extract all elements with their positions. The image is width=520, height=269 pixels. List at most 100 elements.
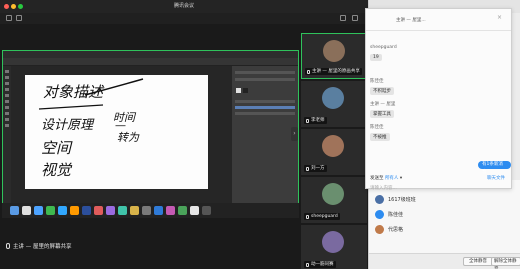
tool-icon — [5, 112, 9, 115]
photoshop-icon — [58, 206, 67, 215]
message-sender: sheepguard — [370, 45, 397, 50]
app-icon — [154, 206, 163, 215]
info-icon[interactable] — [6, 15, 12, 21]
message-bubble: 不积跬步 — [370, 87, 394, 95]
handwriting-line-2: 设计原理 — [41, 118, 95, 133]
unmute-all-button[interactable]: 解除全体静音 — [491, 257, 520, 269]
message-bubble: 不被推 — [370, 133, 390, 141]
message-sender: 陈佳佳 — [370, 79, 384, 84]
layout-icon[interactable] — [340, 15, 346, 21]
avatar — [375, 224, 384, 234]
microphone-icon — [306, 262, 309, 267]
member-item[interactable]: 代思格 — [375, 224, 403, 234]
member-item[interactable]: 1617级班班 — [375, 194, 416, 204]
member-item[interactable]: 陈佳佳 — [375, 209, 403, 219]
chat-header: 主讲 — 屋里... × — [366, 9, 511, 31]
window-title: 腾讯会议 — [173, 3, 194, 9]
handwriting-line-5: 时间 — [113, 111, 137, 124]
app-icon — [82, 206, 91, 215]
participant-name: sheepguard — [304, 213, 340, 220]
app-icon — [106, 206, 115, 215]
avatar — [322, 87, 344, 109]
app-icon — [130, 206, 139, 215]
app-icon — [118, 206, 127, 215]
ps-tool-panel — [3, 66, 11, 217]
tool-icon — [5, 94, 9, 97]
participant-tile[interactable]: 主讲 — 屋里的原画共享 — [301, 33, 367, 79]
ps-layers-panel — [232, 66, 298, 217]
finder-icon — [10, 206, 19, 215]
microphone-icon — [307, 69, 310, 74]
microphone-icon — [306, 214, 309, 219]
send-to-selector[interactable]: 发送至 所有人 ▾ — [370, 175, 402, 181]
participant-list: 主讲 — 屋里的原画共享 李老师 刘一方 sheepguard 动一筋同赛 — [301, 26, 367, 269]
microphone-icon — [306, 118, 309, 123]
security-icon[interactable] — [16, 15, 22, 21]
shared-screen: 对象描述 设计原理 — 空间 视觉 时间 转为 — [2, 50, 299, 218]
member-list: 1617级班班 陈佳佳 代思格 — [369, 180, 520, 255]
tool-icon — [5, 106, 9, 109]
microphone-icon — [306, 166, 309, 171]
message-sender: 陈佳佳 — [370, 125, 384, 130]
safari-icon — [34, 206, 43, 215]
chat-popover: 主讲 — 屋里... × sheepguard 19 陈佳佳 不积跬步 主讲 —… — [365, 8, 512, 191]
mute-all-button[interactable]: 全体静音 — [463, 257, 493, 266]
tool-icon — [5, 76, 9, 79]
avatar — [375, 209, 384, 219]
app-icon — [94, 206, 103, 215]
collapse-sidebar-button[interactable]: › — [291, 127, 298, 141]
panel-row — [235, 100, 295, 103]
tool-icon — [5, 70, 9, 73]
chat-title: 主讲 — 屋里... — [396, 18, 426, 23]
chat-input[interactable]: 请输入内容... — [370, 185, 397, 191]
shared-taskbar — [2, 203, 299, 218]
tool-icon — [5, 100, 9, 103]
presenter-label: 主讲 — 屋里的屏幕共享 — [6, 242, 72, 250]
fullscreen-icon[interactable] — [352, 15, 358, 21]
participant-tile[interactable]: 动一筋同赛 — [301, 225, 367, 269]
avatar — [323, 40, 345, 62]
message-sender: 主讲 — 屋里 — [370, 102, 396, 107]
avatar — [322, 231, 344, 253]
participant-tile[interactable]: sheepguard — [301, 177, 367, 223]
ps-canvas-area: 对象描述 设计原理 — 空间 视觉 时间 转为 — [11, 66, 232, 217]
avatar — [322, 183, 344, 205]
panel-row — [235, 78, 295, 81]
close-icon[interactable]: × — [497, 14, 504, 21]
ps-menu-bar — [3, 51, 298, 58]
trash-icon — [202, 206, 211, 215]
member-actions: 全体静音 解除全体静音 — [369, 253, 520, 269]
participant-name: 主讲 — 屋里的原画共享 — [305, 68, 362, 75]
microphone-icon — [6, 243, 10, 249]
app-icon — [142, 206, 151, 215]
participant-tile[interactable]: 刘一方 — [301, 129, 367, 175]
ps-options-bar — [3, 58, 298, 66]
panel-row — [235, 71, 295, 74]
tool-icon — [5, 88, 9, 91]
launchpad-icon — [22, 206, 31, 215]
wechat-icon — [46, 206, 55, 215]
app-icon — [190, 206, 199, 215]
new-messages-button[interactable]: 有1条新消息 — [478, 161, 511, 175]
tool-icon — [5, 118, 9, 121]
handwriting-line-3: 空间 — [41, 139, 73, 157]
avatar — [375, 194, 384, 204]
avatar — [322, 135, 344, 157]
handwriting-line-6: 转为 — [117, 131, 140, 144]
participant-name: 动一筋同赛 — [304, 261, 336, 268]
participant-name: 刘一方 — [304, 165, 327, 172]
swatch — [236, 88, 241, 93]
participant-tile[interactable]: 李老师 — [301, 81, 367, 127]
meeting-window: 腾讯会议 对象描述 设计原理 — 空间 视觉 时间 转为 › 主讲 — 屋里的屏… — [0, 0, 368, 269]
participant-name: 李老师 — [304, 117, 327, 124]
tool-icon — [5, 82, 9, 85]
layer-selected — [235, 106, 295, 109]
meeting-toolbar — [0, 13, 368, 24]
illustrator-icon — [70, 206, 79, 215]
handwriting-line-4: 视觉 — [41, 161, 73, 179]
message-bubble: 19 — [370, 54, 382, 61]
title-bar: 腾讯会议 — [0, 0, 368, 13]
app-icon — [166, 206, 175, 215]
chat-files-link[interactable]: 聊天文件 — [487, 175, 505, 181]
app-icon — [178, 206, 187, 215]
